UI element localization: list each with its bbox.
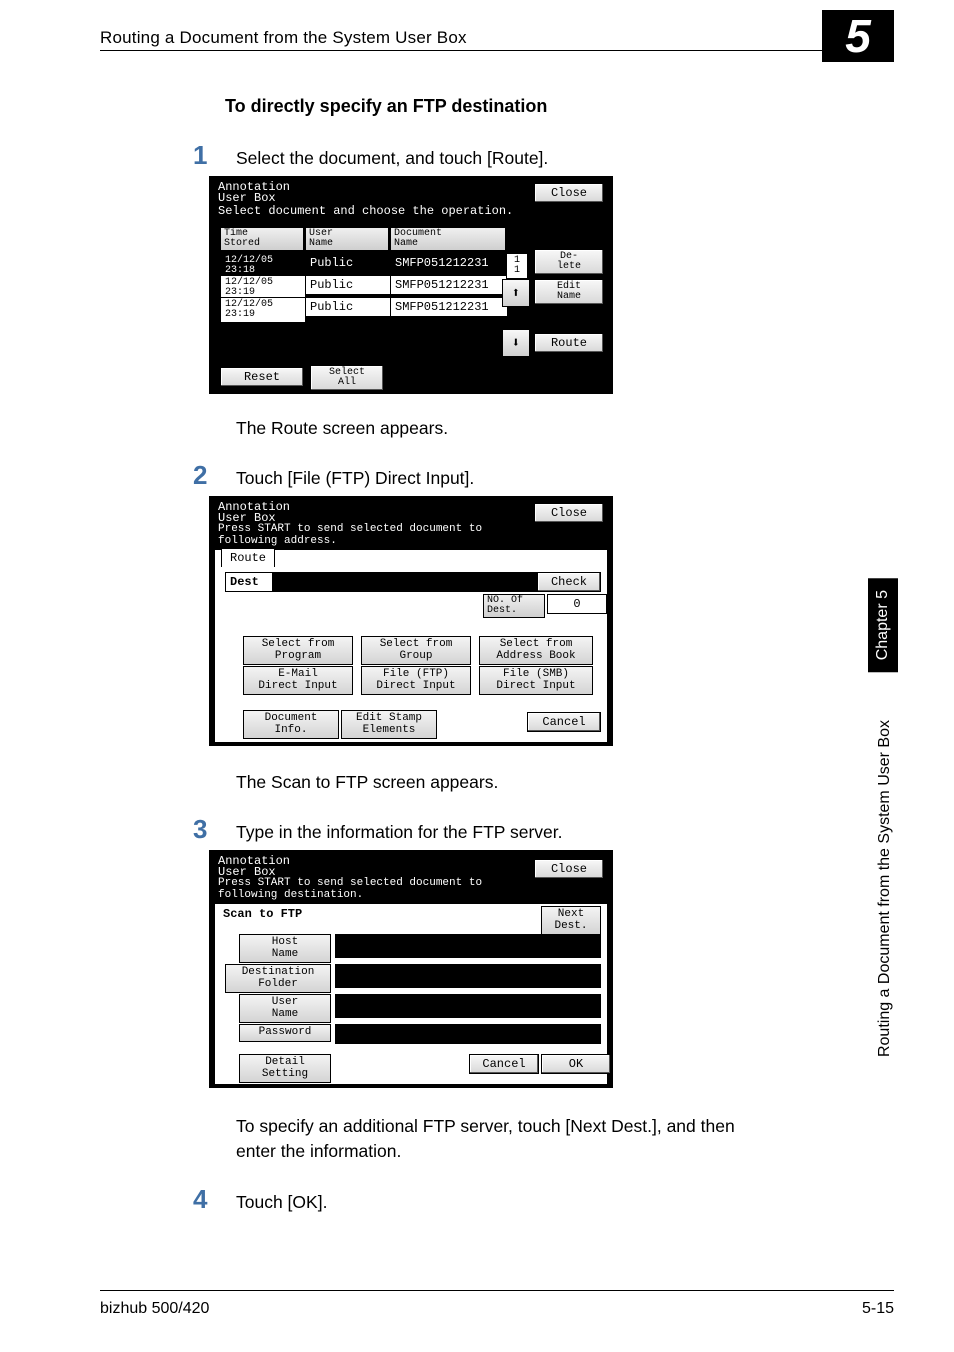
email-direct-input-button[interactable]: E-Mail Direct Input: [243, 666, 353, 695]
side-tab-title: Routing a Document from the System User …: [876, 720, 894, 1057]
no-of-dest-label: NO. Of Dest.: [483, 594, 545, 618]
edit-stamp-elements-button[interactable]: Edit Stamp Elements: [341, 710, 437, 739]
destination-folder-field[interactable]: [335, 964, 601, 988]
destination-folder-button[interactable]: Destination Folder: [225, 964, 331, 993]
step-1-caption: The Route screen appears.: [236, 418, 448, 439]
check-button[interactable]: Check: [537, 572, 601, 592]
dest-label: Dest: [225, 572, 273, 592]
side-tab-chapter: Chapter 5: [868, 578, 898, 672]
step-3-number: 3: [193, 814, 207, 845]
cancel-button-2[interactable]: Cancel: [469, 1054, 539, 1074]
arrow-down-icon[interactable]: ⬇: [502, 329, 530, 357]
reset-button[interactable]: Reset: [220, 367, 304, 387]
edit-name-button[interactable]: Edit Name: [534, 279, 604, 305]
col-time-stored[interactable]: Time Stored: [220, 227, 304, 251]
footer-page: 5-15: [862, 1300, 894, 1318]
step-1-text: Select the document, and touch [Route].: [236, 148, 548, 169]
file-ftp-direct-input-button[interactable]: File (FTP) Direct Input: [361, 666, 471, 695]
select-from-program-button[interactable]: Select from Program: [243, 636, 353, 665]
password-field[interactable]: [335, 1024, 601, 1044]
screenshot-route: Annotation User Box Press START to send …: [209, 496, 613, 746]
col-user-name[interactable]: User Name: [305, 227, 389, 251]
route-tab[interactable]: Route: [221, 548, 275, 567]
row3-doc[interactable]: SMFP051212231: [390, 297, 508, 317]
select-from-addressbook-button[interactable]: Select from Address Book: [479, 636, 593, 665]
close-button-3[interactable]: Close: [534, 859, 604, 879]
route-button[interactable]: Route: [534, 333, 604, 353]
user-name-field[interactable]: [335, 994, 601, 1018]
select-all-button[interactable]: Select All: [310, 365, 384, 391]
step-2-caption: The Scan to FTP screen appears.: [236, 772, 498, 793]
footer-rule: [100, 1290, 894, 1291]
row1-doc[interactable]: SMFP051212231: [390, 253, 508, 273]
dest-field: [273, 572, 539, 592]
screenshot-user-box: Annotation User Box Select document and …: [209, 176, 613, 394]
user-name-button[interactable]: User Name: [239, 994, 331, 1023]
delete-button[interactable]: De- lete: [534, 249, 604, 275]
section-title: To directly specify an FTP destination: [225, 96, 547, 117]
row3-time[interactable]: 12/12/05 23:19: [220, 297, 306, 323]
step-3-caption: To specify an additional FTP server, tou…: [236, 1114, 766, 1165]
password-button[interactable]: Password: [239, 1024, 331, 1042]
scan-to-ftp-heading: Scan to FTP: [223, 908, 302, 921]
file-smb-direct-input-button[interactable]: File (SMB) Direct Input: [479, 666, 593, 695]
row2-doc[interactable]: SMFP051212231: [390, 275, 508, 295]
step-3-text: Type in the information for the FTP serv…: [236, 822, 563, 843]
no-of-dest-value: 0: [547, 594, 607, 614]
s2-subtitle: Press START to send selected document to…: [218, 523, 482, 547]
ok-button[interactable]: OK: [541, 1054, 611, 1074]
footer-model: bizhub 500/420: [100, 1300, 209, 1318]
page-indicator: 1 1: [506, 253, 528, 279]
s1-subtitle: Select document and choose the operation…: [218, 205, 513, 218]
screenshot-scan-to-ftp: Annotation User Box Press START to send …: [209, 850, 613, 1088]
cancel-button[interactable]: Cancel: [527, 712, 601, 732]
close-button-2[interactable]: Close: [534, 503, 604, 523]
row2-user[interactable]: Public: [305, 275, 391, 295]
step-4-text: Touch [OK].: [236, 1192, 327, 1213]
document-info-button[interactable]: Document Info.: [243, 710, 339, 739]
select-from-group-button[interactable]: Select from Group: [361, 636, 471, 665]
step-1-number: 1: [193, 140, 207, 171]
row1-user[interactable]: Public: [305, 253, 391, 273]
host-name-field[interactable]: [335, 934, 601, 958]
header-rule: [100, 50, 894, 51]
next-dest-button[interactable]: Next Dest.: [541, 906, 601, 935]
step-4-number: 4: [193, 1184, 207, 1215]
chapter-number: 5: [822, 10, 894, 62]
s3-subtitle: Press START to send selected document to…: [218, 877, 482, 901]
running-header: Routing a Document from the System User …: [100, 28, 467, 48]
col-doc-name[interactable]: Document Name: [390, 227, 506, 251]
host-name-button[interactable]: Host Name: [239, 934, 331, 963]
close-button[interactable]: Close: [534, 183, 604, 203]
detail-setting-button[interactable]: Detail Setting: [239, 1054, 331, 1083]
row3-user[interactable]: Public: [305, 297, 391, 317]
step-2-number: 2: [193, 460, 207, 491]
step-2-text: Touch [File (FTP) Direct Input].: [236, 468, 474, 489]
arrow-up-icon[interactable]: ⬆: [502, 279, 530, 307]
